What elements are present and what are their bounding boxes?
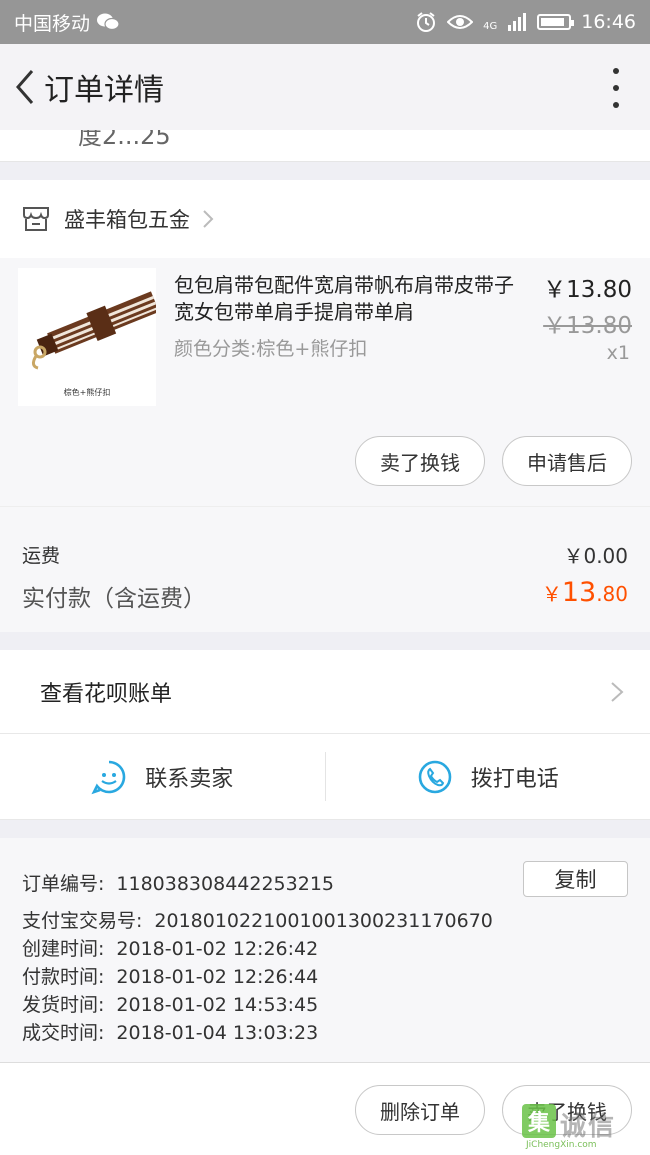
more-dot-icon bbox=[613, 85, 619, 91]
created-time-row: 创建时间: 2018-01-02 12:26:42 bbox=[22, 934, 318, 961]
watermark-url: JiChengXin.com bbox=[526, 1140, 597, 1150]
more-dot-icon bbox=[613, 102, 619, 108]
product-price: ￥13.80 bbox=[543, 277, 632, 303]
order-number-row: 订单编号: 118038308442253215 bbox=[22, 869, 334, 896]
completed-time-value: 2018-01-04 13:03:23 bbox=[116, 1022, 319, 1044]
product-quantity: x1 bbox=[606, 342, 630, 364]
alarm-icon bbox=[417, 12, 436, 32]
eye-icon bbox=[447, 15, 474, 29]
paid-time-value: 2018-01-02 12:26:44 bbox=[116, 966, 319, 988]
more-dot-icon bbox=[613, 68, 619, 74]
signal-icon bbox=[508, 13, 527, 31]
total-currency: ￥ bbox=[541, 582, 562, 606]
shoulder-strap-image bbox=[31, 291, 156, 370]
wechat-icon bbox=[97, 13, 120, 31]
total-amount: ￥13.80 bbox=[542, 577, 628, 608]
huabei-label: 查看花呗账单 bbox=[40, 681, 173, 707]
contact-seller-label: 联系卖家 bbox=[145, 766, 234, 792]
thumbnail-caption: 棕色+熊仔扣 bbox=[63, 388, 111, 397]
completed-time-label: 成交时间: bbox=[22, 1022, 105, 1044]
delete-order-button[interactable]: 删除订单 bbox=[355, 1085, 485, 1135]
watermark-logo: 集 诚信 JiChengXin.com bbox=[522, 1104, 642, 1150]
store-icon bbox=[23, 207, 49, 231]
shipped-time-row: 发货时间: 2018-01-02 14:53:45 bbox=[22, 990, 318, 1017]
payment-summary: 运费 ￥0.00 实付款（含运费） ￥13.80 bbox=[0, 506, 650, 632]
product-spec: 颜色分类:棕色+熊仔扣 bbox=[174, 338, 368, 360]
shipping-label: 运费 bbox=[22, 545, 61, 567]
shipped-time-value: 2018-01-02 14:53:45 bbox=[116, 994, 319, 1016]
total-label: 实付款（含运费） bbox=[22, 586, 206, 612]
alipay-trade-label: 支付宝交易号: bbox=[22, 910, 143, 932]
address-section-partial: 度2...25 bbox=[0, 130, 650, 162]
created-time-label: 创建时间: bbox=[22, 938, 105, 960]
order-number-label: 订单编号: bbox=[22, 873, 105, 895]
status-bar: 中国移动 4G 16:46 bbox=[0, 0, 650, 44]
product-original-price: ￥13.80 bbox=[543, 313, 632, 339]
shop-header[interactable]: 盛丰箱包五金 bbox=[0, 180, 650, 258]
nav-bar: 订单详情 bbox=[0, 44, 650, 130]
chevron-left-icon bbox=[16, 70, 34, 104]
huabei-bill-row[interactable]: 查看花呗账单 bbox=[0, 650, 650, 734]
shipped-time-label: 发货时间: bbox=[22, 994, 105, 1016]
after-sale-button[interactable]: 申请售后 bbox=[502, 436, 632, 486]
total-integer: 13 bbox=[561, 577, 597, 608]
created-time-value: 2018-01-02 12:26:42 bbox=[116, 938, 319, 960]
network-label: 4G bbox=[483, 21, 498, 32]
copy-button[interactable]: 复制 bbox=[523, 861, 628, 897]
sell-for-cash-button[interactable]: 卖了换钱 bbox=[355, 436, 485, 486]
watermark-badge-icon: 集 bbox=[522, 1104, 556, 1138]
product-title[interactable]: 包包肩带包配件宽肩带帆布肩带皮带子宽女包带单肩手提肩带单肩 bbox=[174, 272, 526, 326]
product-item[interactable]: 棕色+熊仔扣 包包肩带包配件宽肩带帆布肩带皮带子宽女包带单肩手提肩带单肩 颜色分… bbox=[0, 258, 650, 506]
alipay-trade-value: 2018010221001001300231170670 bbox=[154, 910, 493, 932]
contact-bar: 联系卖家 拨打电话 bbox=[0, 734, 650, 820]
call-phone-button[interactable]: 拨打电话 bbox=[326, 734, 650, 819]
watermark-brand: 诚信 bbox=[560, 1112, 617, 1142]
chevron-right-icon bbox=[611, 681, 624, 702]
order-info: 订单编号: 118038308442253215 复制 支付宝交易号: 201801… bbox=[0, 838, 650, 1062]
paid-time-label: 付款时间: bbox=[22, 966, 105, 988]
more-menu-button[interactable] bbox=[608, 68, 624, 108]
battery-icon bbox=[537, 14, 575, 30]
paid-time-row: 付款时间: 2018-01-02 12:26:44 bbox=[22, 962, 318, 989]
product-thumbnail[interactable]: 棕色+熊仔扣 bbox=[18, 268, 156, 406]
page-title: 订单详情 bbox=[44, 73, 164, 108]
chat-face-icon bbox=[91, 760, 126, 794]
call-phone-label: 拨打电话 bbox=[470, 766, 559, 792]
carrier-label: 中国移动 bbox=[14, 12, 91, 35]
phone-icon bbox=[418, 760, 452, 793]
completed-time-row: 成交时间: 2018-01-04 13:03:23 bbox=[22, 1018, 318, 1045]
shipping-value: ￥0.00 bbox=[563, 544, 628, 568]
partial-address-text: 度2...25 bbox=[78, 130, 171, 150]
order-number-value[interactable]: 118038308442253215 bbox=[116, 873, 334, 895]
contact-seller-button[interactable]: 联系卖家 bbox=[0, 734, 325, 819]
back-button[interactable] bbox=[2, 44, 48, 130]
shop-name: 盛丰箱包五金 bbox=[64, 208, 190, 232]
chevron-right-icon bbox=[203, 210, 214, 228]
clock-label: 16:46 bbox=[581, 11, 636, 33]
total-decimal: .80 bbox=[596, 582, 628, 606]
alipay-trade-row: 支付宝交易号: 2018010221001001300231170670 bbox=[22, 906, 493, 933]
